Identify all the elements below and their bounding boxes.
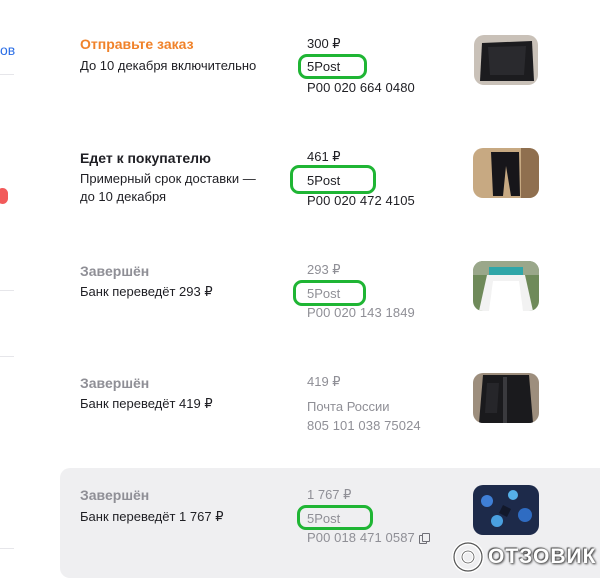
- order-status-subtitle-line1: Примерный срок доставки —: [80, 171, 256, 186]
- order-status: Завершён: [80, 263, 150, 279]
- order-carrier: Почта России: [307, 399, 390, 414]
- order-price: 461 ₽: [307, 149, 341, 164]
- order-status: Едет к покупателю: [80, 150, 212, 166]
- order-carrier: 5Post: [307, 286, 341, 301]
- order-status: Завершён: [80, 375, 150, 391]
- order-row[interactable]: Едет к покупателю Примерный срок доставк…: [60, 143, 600, 253]
- order-price: 419 ₽: [307, 374, 341, 389]
- order-status-subtitle: Банк переведёт 419 ₽: [80, 396, 213, 411]
- order-tracking-number[interactable]: P00 020 143 1849: [307, 305, 415, 320]
- order-status: Отправьте заказ: [80, 36, 194, 52]
- order-carrier: 5Post: [307, 59, 341, 74]
- order-status-subtitle: До 10 декабря включительно: [80, 58, 257, 73]
- sidebar-divider: [0, 74, 14, 75]
- order-tracking-number[interactable]: P00 018 471 0587: [307, 530, 430, 545]
- order-status: Завершён: [80, 487, 150, 503]
- order-product-thumbnail[interactable]: [473, 373, 539, 423]
- order-price: 300 ₽: [307, 36, 341, 51]
- order-product-thumbnail[interactable]: [473, 485, 539, 535]
- sidebar-divider: [0, 290, 14, 291]
- order-tracking-number[interactable]: P00 020 472 4105: [307, 193, 415, 208]
- order-product-thumbnail[interactable]: [474, 35, 538, 85]
- otzovik-logo-icon: [452, 541, 484, 573]
- sidebar-link-fragment[interactable]: ов: [0, 42, 15, 58]
- order-row[interactable]: Завершён Банк переведёт 293 ₽ 293 ₽ 5Pos…: [60, 256, 600, 366]
- order-row[interactable]: Завершён Банк переведёт 419 ₽ 419 ₽ Почт…: [60, 368, 600, 478]
- order-product-thumbnail[interactable]: [473, 261, 539, 311]
- sidebar-divider: [0, 548, 14, 549]
- order-price: 1 767 ₽: [307, 487, 352, 502]
- order-tracking-number-text: P00 018 471 0587: [307, 530, 415, 545]
- order-tracking-number[interactable]: 805 101 038 75024: [307, 418, 421, 433]
- order-carrier: 5Post: [307, 173, 341, 188]
- sidebar-edge: ов: [0, 0, 16, 583]
- notification-badge: [0, 188, 8, 204]
- order-row[interactable]: Отправьте заказ До 10 декабря включитель…: [60, 30, 600, 140]
- order-tracking-number[interactable]: P00 020 664 0480: [307, 80, 415, 95]
- order-price: 293 ₽: [307, 262, 341, 277]
- order-status-subtitle: Банк переведёт 1 767 ₽: [80, 509, 224, 524]
- sidebar-divider: [0, 356, 14, 357]
- order-status-subtitle-line2: до 10 декабря: [80, 189, 167, 204]
- order-carrier: 5Post: [307, 511, 341, 526]
- watermark-text: ОТЗОВИК: [488, 545, 597, 568]
- order-status-subtitle: Банк переведёт 293 ₽: [80, 284, 213, 299]
- order-product-thumbnail[interactable]: [473, 148, 539, 198]
- copy-icon[interactable]: [418, 533, 430, 544]
